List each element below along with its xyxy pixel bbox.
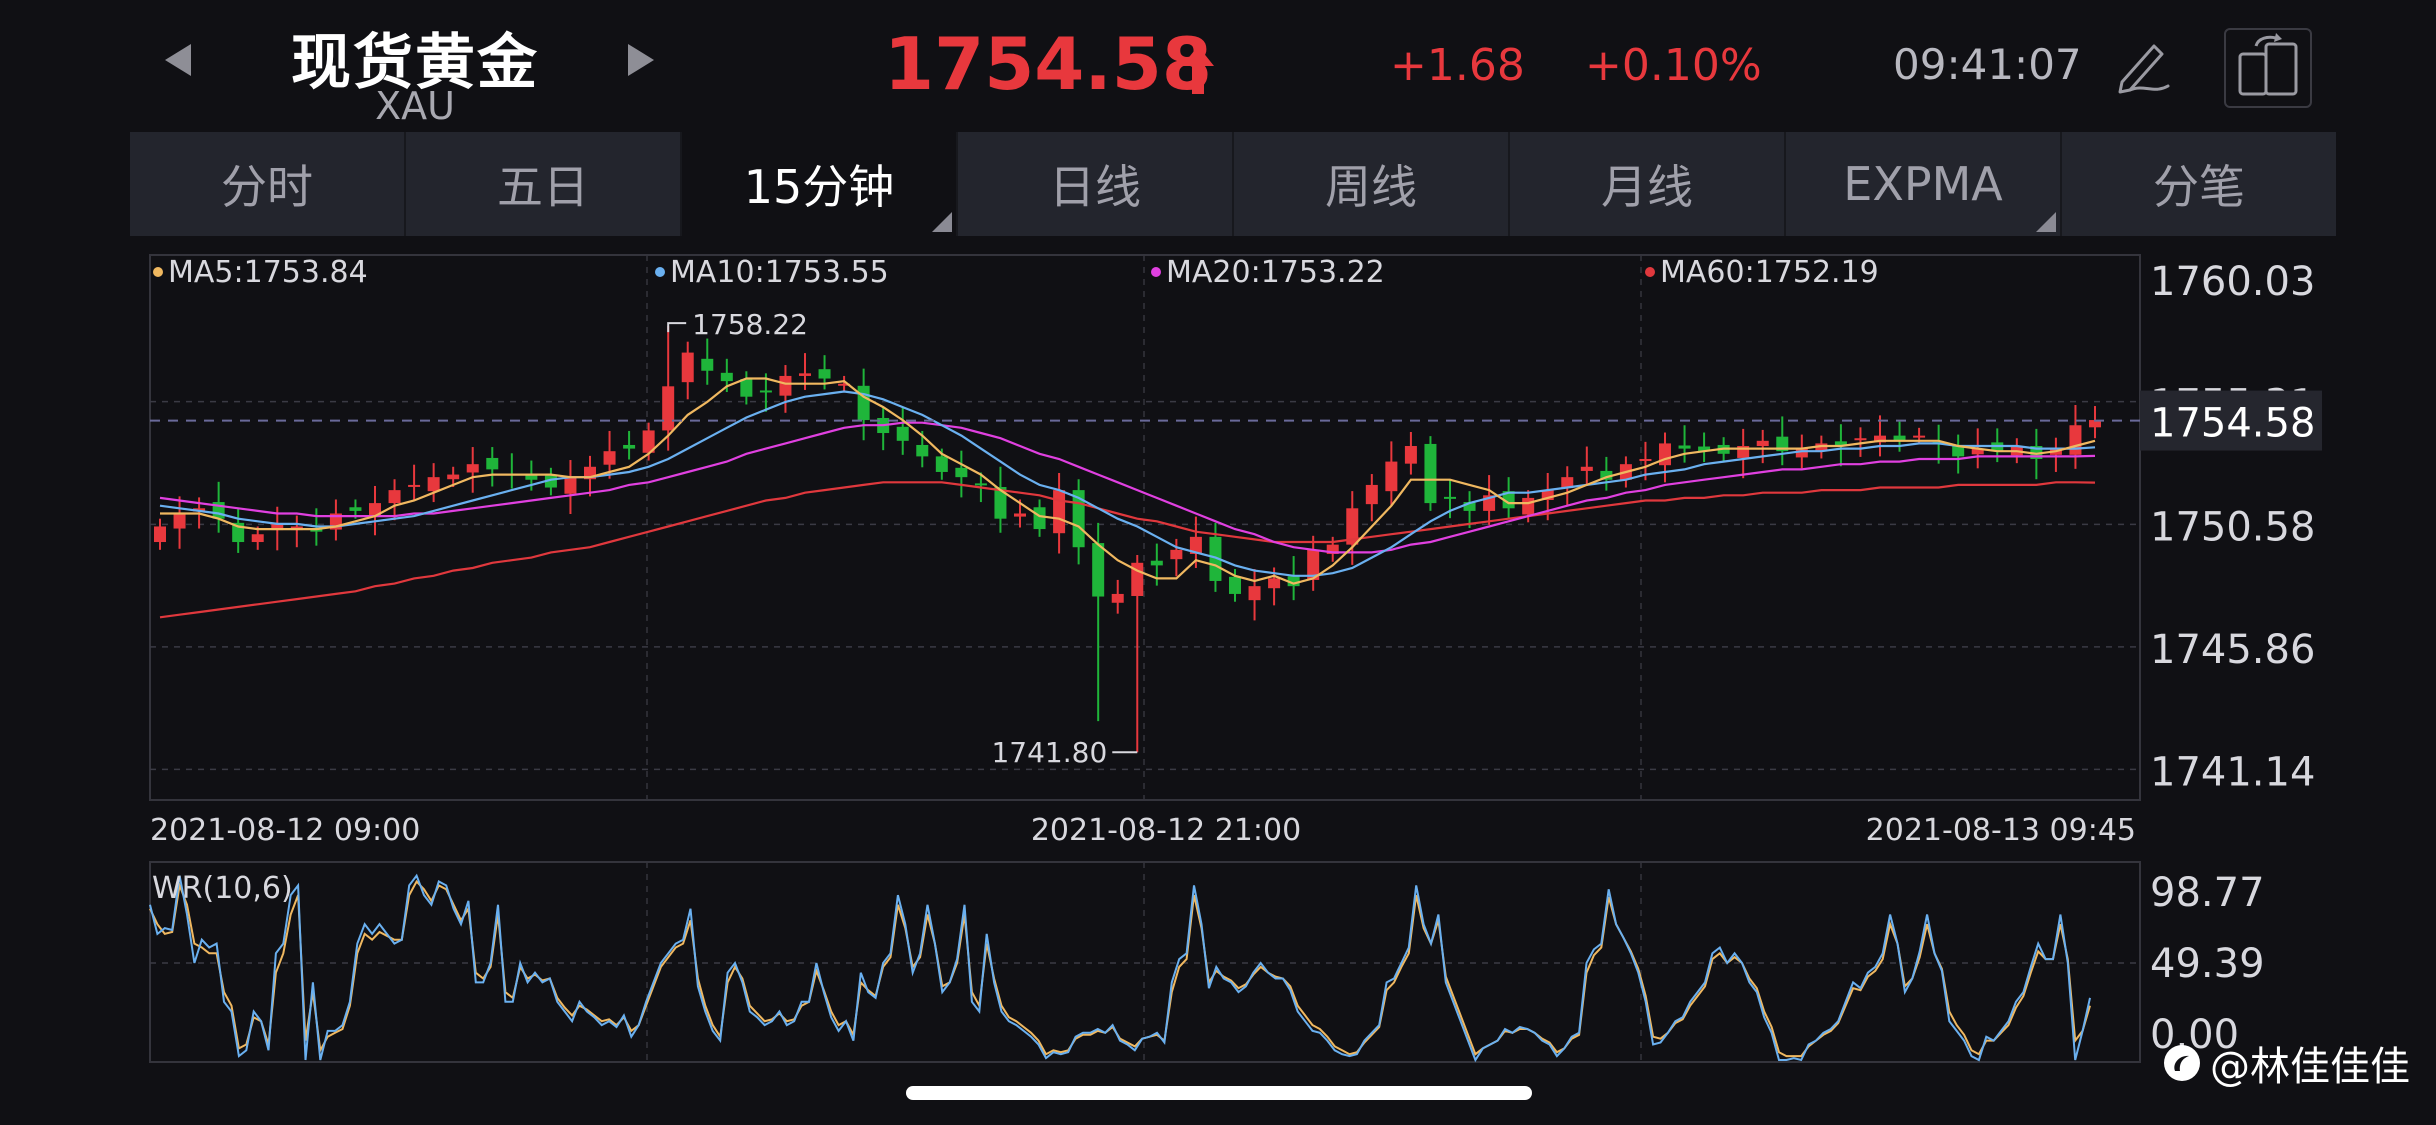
candle-body bbox=[427, 477, 440, 492]
candle-body bbox=[388, 490, 401, 504]
current-price-label: 1754.58 bbox=[2150, 401, 2315, 447]
candle-body bbox=[1522, 497, 1535, 515]
high-annotation-leader bbox=[667, 322, 687, 333]
candle-body bbox=[740, 379, 753, 397]
watermark: @林佳佳佳 bbox=[2162, 1034, 2410, 1092]
candle-body bbox=[955, 467, 968, 478]
watermark-text: @林佳佳佳 bbox=[2210, 1044, 2410, 1090]
candle-body bbox=[662, 386, 675, 431]
main-plot-frame bbox=[149, 254, 2141, 801]
candle-body bbox=[935, 456, 948, 472]
candle-body bbox=[1444, 496, 1456, 499]
y-tick-label: 1750.58 bbox=[2150, 504, 2315, 550]
candle-body bbox=[720, 372, 733, 382]
candle-body bbox=[896, 426, 909, 441]
wr-y-tick-label: 49.39 bbox=[2150, 941, 2265, 987]
candle-body bbox=[1580, 466, 1593, 471]
candle-body bbox=[1854, 438, 1867, 441]
candle-body bbox=[857, 385, 870, 421]
candle-body bbox=[349, 507, 362, 511]
candle-body bbox=[1404, 446, 1417, 464]
x-tick-label: 2021-08-12 09:00 bbox=[150, 813, 420, 848]
candle-body bbox=[1248, 586, 1261, 601]
candle-body bbox=[1795, 448, 1808, 458]
candle-body bbox=[1424, 443, 1437, 504]
candle-body bbox=[1756, 440, 1769, 447]
legend-label: MA10:1753.55 bbox=[670, 255, 889, 290]
legend-dot bbox=[1151, 267, 1161, 277]
x-tick-label: 2021-08-13 09:45 bbox=[1866, 813, 2136, 848]
legend-label: MA20:1753.22 bbox=[1166, 255, 1385, 290]
candle-body bbox=[681, 352, 694, 383]
candle-body bbox=[564, 477, 577, 494]
legend-label: MA60:1752.19 bbox=[1660, 255, 1879, 290]
candle-body bbox=[447, 474, 460, 480]
candle-body bbox=[2069, 425, 2082, 455]
legend-dot bbox=[153, 267, 163, 277]
candle-body bbox=[1639, 458, 1652, 461]
candle-body bbox=[1385, 461, 1398, 492]
low-annotation-label: 1741.80 bbox=[991, 736, 1107, 769]
legend-dot bbox=[1645, 267, 1655, 277]
high-annotation-label: 1758.22 bbox=[692, 308, 808, 341]
candle-body bbox=[779, 375, 792, 396]
candle-body bbox=[154, 526, 166, 543]
ma60-line bbox=[159, 481, 2096, 619]
ma20-line bbox=[159, 421, 2096, 554]
candle-body bbox=[603, 451, 616, 465]
candle-body bbox=[799, 373, 811, 376]
candle-body bbox=[1053, 490, 1066, 534]
ma10-line bbox=[159, 390, 2096, 577]
x-tick-label: 2021-08-12 21:00 bbox=[1031, 813, 1301, 848]
legend-dot bbox=[655, 267, 665, 277]
home-indicator[interactable] bbox=[906, 1086, 1532, 1100]
candle-body bbox=[974, 483, 987, 486]
candle-body bbox=[1170, 549, 1183, 560]
candle-body bbox=[1111, 593, 1124, 603]
wr-line-2 bbox=[149, 879, 2091, 1058]
candle-body bbox=[173, 513, 186, 529]
candle-body bbox=[1268, 578, 1281, 589]
candle-body bbox=[1365, 484, 1378, 505]
weibo-logo-icon bbox=[2164, 1045, 2200, 1081]
wr-legend-label: WR(10,6) bbox=[152, 871, 293, 906]
candle-body bbox=[1033, 507, 1046, 530]
y-tick-label: 1745.86 bbox=[2150, 627, 2315, 673]
candle-body bbox=[623, 444, 636, 449]
candle-body bbox=[251, 534, 264, 543]
wr-y-tick-label: 98.77 bbox=[2150, 870, 2265, 916]
wr-line-1 bbox=[149, 873, 2091, 1063]
candle-body bbox=[408, 484, 421, 487]
candle-body bbox=[818, 369, 831, 379]
chart-area: 1760.031755.311750.581745.861741.141754.… bbox=[149, 254, 2322, 1063]
ma5-line bbox=[160, 377, 2096, 585]
candle-body bbox=[1229, 576, 1241, 594]
legend-label: MA5:1753.84 bbox=[168, 255, 368, 290]
candle-body bbox=[759, 390, 772, 393]
candle-body bbox=[701, 358, 714, 371]
candle-body bbox=[1092, 543, 1105, 597]
candle-body bbox=[916, 444, 929, 457]
candle-body bbox=[486, 457, 499, 470]
y-tick-label: 1741.14 bbox=[2150, 749, 2315, 795]
candle-body bbox=[1678, 445, 1691, 449]
candle-body bbox=[1150, 560, 1163, 566]
candle-body bbox=[1659, 443, 1671, 466]
candle-body bbox=[1913, 435, 1926, 438]
y-tick-label: 1760.03 bbox=[2150, 259, 2315, 305]
candle-body bbox=[1014, 513, 1026, 517]
candle-body bbox=[466, 464, 479, 473]
